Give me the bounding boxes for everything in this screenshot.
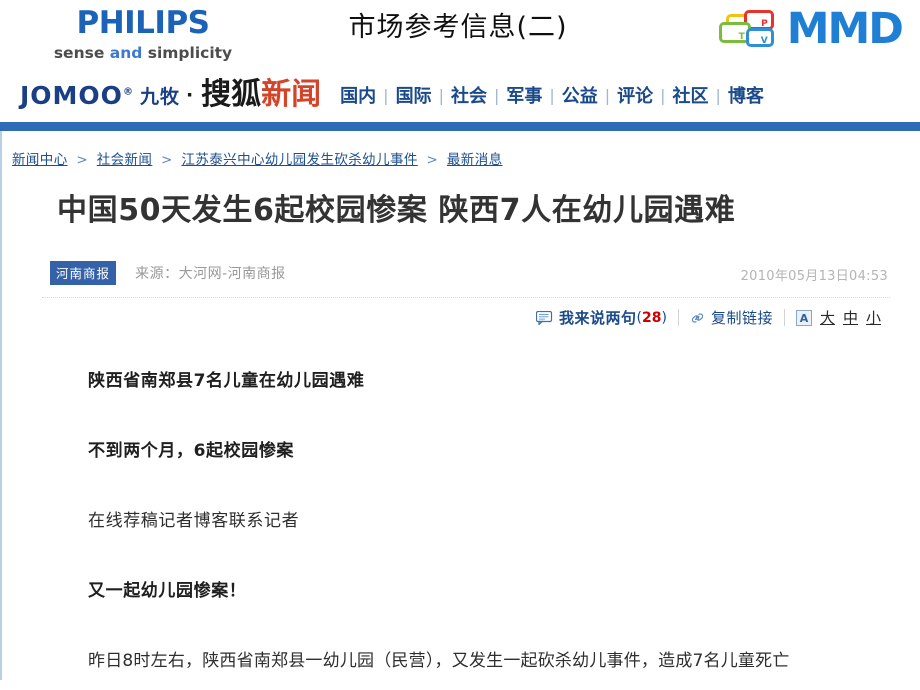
nav-item-international[interactable]: 国际	[389, 82, 439, 108]
mmd-wordmark: MMD	[786, 4, 904, 54]
breadcrumb-separator: >	[161, 152, 173, 168]
meta-divider	[42, 297, 890, 298]
breadcrumb-separator: >	[426, 152, 439, 168]
philips-wordmark: PHILIPS	[76, 5, 210, 41]
mmd-cards-icon: P T V	[717, 8, 779, 50]
article-toolbar: 我来说两句 ( 28 ) 复制链接 A 大 中 小	[525, 307, 892, 328]
comment-bubble-icon	[536, 310, 553, 325]
philips-tagline: sense and simplicity	[28, 43, 258, 63]
article-paragraph: 在线荐稿记者博客联系记者	[88, 511, 300, 531]
tagline-and: and	[109, 44, 143, 62]
font-size-large[interactable]: 大	[820, 307, 835, 328]
mmd-card-blue: V	[745, 28, 774, 47]
sohu-logo[interactable]: 搜狐	[201, 78, 261, 112]
breadcrumb-item-news-center[interactable]: 新闻中心	[12, 152, 68, 168]
logo-dot-separator: ·	[185, 84, 194, 106]
font-size-small[interactable]: 小	[866, 307, 881, 328]
nav-item-military[interactable]: 军事	[499, 82, 549, 108]
font-size-icon: A	[795, 309, 812, 326]
publish-timestamp: 2010年05月13日04:53	[740, 269, 888, 284]
nav-item-society[interactable]: 社会	[444, 82, 494, 108]
article-paragraph: 昨日8时左右，陕西省南郑县一幼儿园（民营），又发生一起砍杀幼儿事件，造成7名儿童…	[88, 651, 790, 671]
nav-items: 国内 | 国际 | 社会 | 军事 | 公益 | 评论 | 社区 | 博客	[333, 82, 771, 108]
breadcrumb-item-latest[interactable]: 最新消息	[447, 152, 503, 168]
source-badge: 河南商报	[50, 261, 117, 285]
nav-item-public-welfare[interactable]: 公益	[555, 82, 605, 108]
breadcrumb: 新闻中心 > 社会新闻 > 江苏泰兴中心幼儿园发生砍杀幼儿事件 > 最新消息	[12, 148, 503, 168]
breadcrumb-separator: >	[76, 152, 89, 168]
article-meta-row: 河南商报 来源：大河网-河南商报 2010年05月13日04:53	[50, 261, 888, 287]
link-icon	[691, 312, 704, 323]
article-body: 陕西省南郑县7名儿童在幼儿园遇难 不到两个月，6起校园惨案 在线荐稿记者博客联系…	[88, 369, 898, 673]
page-title: 市场参考信息(二)	[348, 12, 568, 43]
copy-link-label: 复制链接	[710, 309, 773, 327]
mmd-card-letter-t: T	[738, 32, 745, 42]
slide-header: PHILIPS sense and simplicity 市场参考信息(二) P…	[0, 0, 920, 68]
article-paragraph: 不到两个月，6起校园惨案	[88, 441, 295, 461]
copy-link-button[interactable]: 复制链接	[679, 307, 784, 328]
tagline-sense: sense	[53, 44, 110, 62]
jomoo-registered-mark: ®	[122, 86, 134, 98]
mmd-card-letter-v: V	[760, 36, 768, 46]
font-size-medium[interactable]: 中	[843, 307, 858, 328]
comment-count: 28	[641, 309, 662, 326]
sohu-news-logo[interactable]: 新闻	[261, 78, 321, 112]
nav-item-domestic[interactable]: 国内	[333, 82, 383, 108]
jomoo-sponsor-logo[interactable]: JOMOO®	[20, 81, 134, 110]
jomoo-chinese-name: 九牧	[139, 85, 180, 108]
font-size-controls: A 大 中 小	[785, 307, 892, 328]
article-page: 新闻中心 > 社会新闻 > 江苏泰兴中心幼儿园发生砍杀幼儿事件 > 最新消息 中…	[0, 131, 920, 680]
comment-button[interactable]: 我来说两句 ( 28 )	[525, 307, 678, 328]
header-divider	[0, 122, 920, 131]
article-headline: 中国50天发生6起校园惨案 陕西7人在幼儿园遇难	[57, 193, 736, 228]
breadcrumb-item-society-news[interactable]: 社会新闻	[97, 152, 153, 168]
comment-label: 我来说两句	[559, 309, 637, 327]
article-paragraph: 陕西省南郑县7名儿童在幼儿园遇难	[88, 371, 365, 391]
breadcrumb-item-topic[interactable]: 江苏泰兴中心幼儿园发生砍杀幼儿事件	[181, 152, 417, 168]
mmd-logo: P T V MMD	[717, 4, 904, 54]
source-text: 来源：大河网-河南商报	[135, 266, 286, 282]
article-paragraph: 又一起幼儿园惨案！	[88, 581, 247, 601]
tagline-simplicity: simplicity	[142, 44, 233, 62]
nav-item-comment[interactable]: 评论	[610, 82, 660, 108]
comment-close-paren: )	[661, 309, 667, 326]
nav-item-community[interactable]: 社区	[666, 82, 716, 108]
nav-item-blog[interactable]: 博客	[721, 82, 771, 108]
jomoo-wordmark: JOMOO	[20, 80, 123, 110]
philips-logo: PHILIPS sense and simplicity	[28, 6, 258, 63]
sohu-navigation-bar: JOMOO® 九牧 · 搜狐 新闻 国内 | 国际 | 社会 | 军事 | 公益…	[0, 68, 920, 122]
